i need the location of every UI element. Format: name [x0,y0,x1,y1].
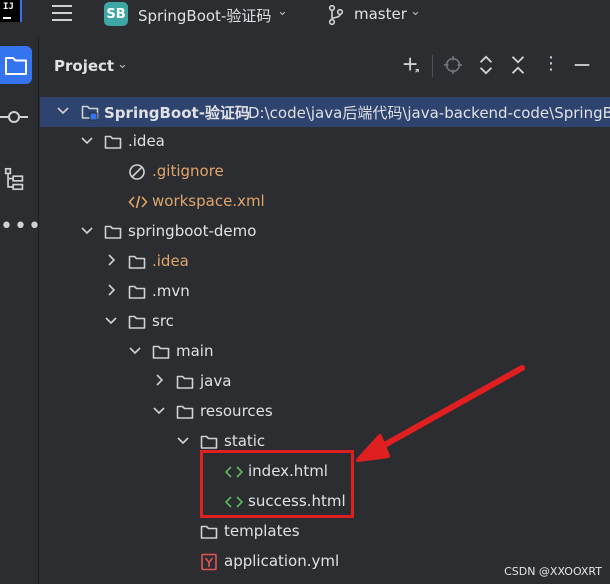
chevron-down-icon[interactable] [56,102,70,118]
folder-icon [5,57,27,75]
xml-file-icon [128,193,148,211]
options-icon[interactable]: ⋮ [541,54,561,76]
toolbar-separator [432,55,433,77]
chevron-down-icon[interactable] [176,432,190,448]
more-tools-icon[interactable]: ••• [0,216,41,248]
tree-item-label: java [200,372,232,390]
tree-row[interactable]: SpringBoot-验证码 D:\code\java后端代码\java-back… [40,97,610,127]
panel-title[interactable]: Project [54,57,114,75]
tree-item-label: application.yml [224,552,340,570]
chevron-down-icon[interactable] [80,132,94,148]
folder-icon [128,283,146,301]
chevron-down-icon[interactable]: ⌄ [117,57,128,72]
expand-all-icon[interactable] [476,54,496,76]
tree-row[interactable]: .gitignore [40,157,610,187]
tree-item-label: main [176,342,214,360]
tree-item-label: .idea [128,132,165,150]
folder-icon [104,223,122,241]
highlight-box [200,450,354,518]
chevron-right-icon[interactable] [152,372,166,388]
tree-row[interactable]: workspace.xml [40,187,610,217]
main-menu-icon[interactable] [52,5,72,23]
chevron-down-icon[interactable] [128,342,142,358]
intellij-logo-icon[interactable]: IJ [0,0,22,22]
tree-row[interactable]: springboot-demo [40,217,610,247]
tree-item-label: SpringBoot-验证码 [104,104,250,122]
yaml-file-icon [200,553,218,571]
git-branch-icon[interactable] [327,4,345,26]
folder-icon [128,253,146,271]
tree-item-label: src [152,312,174,330]
title-bar: IJ SB SpringBoot-验证码 ⌄ master ⌄ [0,0,610,30]
tree-row[interactable]: templates [40,517,610,547]
chevron-right-icon[interactable] [104,282,118,298]
project-switcher[interactable]: SpringBoot-验证码 [138,5,271,26]
structure-icon[interactable] [0,166,30,192]
add-icon[interactable] [401,54,421,76]
tree-item-label: static [224,432,266,450]
tree-item-label: .gitignore [152,162,224,180]
folder-icon [104,133,122,151]
tree-item-path: D:\code\java后端代码\java-backend-code\Sprin… [248,104,610,122]
folder-icon [200,523,218,541]
chevron-right-icon[interactable] [104,252,118,268]
project-tool-button[interactable] [0,46,32,84]
tree-item-label: workspace.xml [152,192,265,210]
folder-icon [152,343,170,361]
tree-item-label: .mvn [152,282,190,300]
folder-icon [128,313,146,331]
tree-item-label: resources [200,402,273,420]
chevron-down-icon[interactable] [80,222,94,238]
panel-divider [38,38,39,584]
collapse-all-icon[interactable] [508,54,528,76]
chevron-down-icon[interactable] [152,402,166,418]
watermark: CSDN @XXOOXRT [504,565,602,578]
module-folder-icon [81,103,99,121]
ignore-file-icon [128,163,146,181]
chevron-down-icon[interactable] [104,312,118,328]
tree-row[interactable]: resources [40,397,610,427]
folder-icon [176,403,194,421]
tree-row[interactable]: java [40,367,610,397]
project-badge[interactable]: SB [104,2,128,26]
tree-row[interactable]: .idea [40,247,610,277]
tree-row[interactable]: main [40,337,610,367]
hide-panel-icon[interactable] [572,54,592,76]
tree-row[interactable]: src [40,307,610,337]
tree-row[interactable]: .mvn [40,277,610,307]
chevron-down-icon[interactable]: ⌄ [410,4,421,19]
tree-item-label: springboot-demo [128,222,257,240]
tree-row[interactable]: .idea [40,127,610,157]
tree-item-label: .idea [152,252,189,270]
tree-item-label: templates [224,522,300,540]
branch-switcher[interactable]: master [354,5,407,23]
locate-file-icon[interactable] [443,54,463,76]
folder-icon [200,433,218,451]
commit-icon[interactable] [0,104,30,130]
chevron-down-icon[interactable]: ⌄ [277,4,288,19]
folder-icon [176,373,194,391]
